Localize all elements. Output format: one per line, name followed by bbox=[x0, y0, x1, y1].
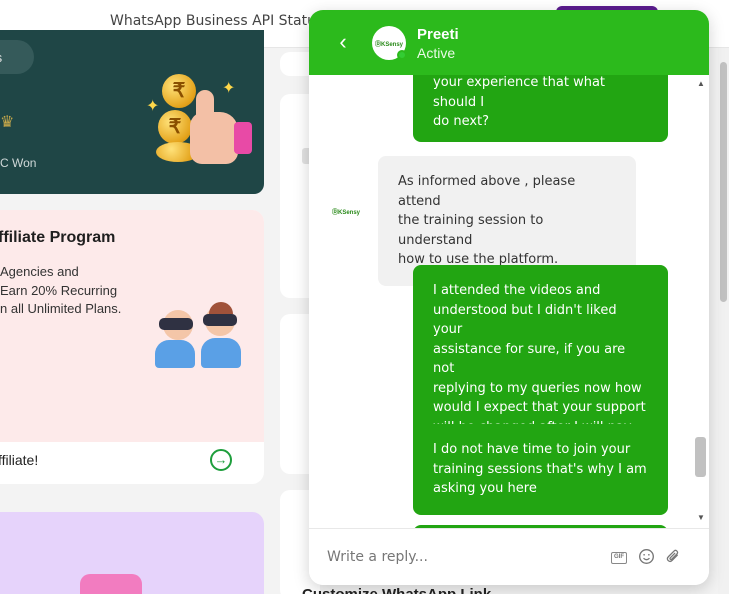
sparkle-icon: ✦ bbox=[222, 80, 236, 97]
promo-illustration bbox=[80, 574, 142, 594]
agent-name: Preeti bbox=[417, 26, 459, 43]
page-scrollbar-thumb[interactable] bbox=[720, 62, 727, 302]
sparkle-icon: ✦ bbox=[146, 98, 160, 115]
coin-icon: ₹ bbox=[162, 74, 196, 108]
message-line: understood but I didn't liked your bbox=[433, 302, 617, 338]
won-label: C Won bbox=[0, 156, 37, 170]
company-logo: ⒹKSensy bbox=[375, 42, 404, 48]
coin-icon: ₹ bbox=[158, 110, 192, 144]
emoji-icon[interactable] bbox=[638, 548, 655, 565]
agent-status: Active bbox=[417, 45, 456, 61]
vr-people-illustration bbox=[155, 302, 245, 372]
message-list: your experience that what should I do ne… bbox=[309, 75, 709, 528]
message-line: asking you here bbox=[433, 481, 537, 496]
message-line: your experience that what should I bbox=[433, 75, 606, 110]
promo-card bbox=[0, 512, 264, 594]
reply-input[interactable] bbox=[327, 541, 597, 573]
message-line: training sessions that's why I am bbox=[433, 461, 647, 477]
message-line: assistance for sure, if you are not bbox=[433, 341, 626, 377]
chat-window: ‹ ⒹKSensy Preeti Active your experience … bbox=[309, 10, 709, 585]
message-scrollbar-thumb[interactable] bbox=[695, 437, 706, 477]
message-line: I do not have time to join your bbox=[433, 442, 631, 457]
agent-avatar-small: ⒹKSensy bbox=[332, 210, 361, 216]
online-status-dot bbox=[397, 50, 407, 60]
message-line: do next? bbox=[433, 114, 490, 129]
agent-avatar: ⒹKSensy bbox=[372, 26, 407, 60]
back-arrow-icon[interactable]: ‹ bbox=[331, 30, 355, 54]
message-line: replying to my queries now how bbox=[433, 380, 642, 396]
page-scrollbar[interactable] bbox=[718, 48, 729, 594]
message-scrollbar[interactable]: ▲ ▼ bbox=[692, 75, 709, 528]
affiliate-text-line: n all Unlimited Plans. bbox=[0, 301, 122, 316]
chat-header: ‹ ⒹKSensy Preeti Active bbox=[309, 10, 709, 75]
achievement-card: ts ♛ C Won ₹ ₹ ✦ ✦ bbox=[0, 30, 264, 194]
api-status-link[interactable]: WhatsApp Business API Status bbox=[110, 13, 323, 29]
gif-icon[interactable]: GIF bbox=[611, 552, 627, 564]
outgoing-message: I do not have time to join your training… bbox=[413, 424, 668, 515]
arrow-right-icon[interactable]: → bbox=[210, 449, 232, 471]
scroll-up-icon[interactable]: ▲ bbox=[697, 79, 705, 88]
affiliate-card: ffiliate Program Agencies and Earn 20% R… bbox=[0, 210, 264, 484]
paperclip-icon[interactable] bbox=[665, 548, 682, 565]
affiliate-title: ffiliate Program bbox=[0, 229, 116, 246]
message-line: would I expect that your support bbox=[433, 400, 646, 415]
crown-icon: ♛ bbox=[0, 114, 15, 131]
outgoing-message: your experience that what should I do ne… bbox=[413, 75, 668, 142]
message-line: I attended the videos and bbox=[433, 283, 601, 298]
affiliate-footer-text: ffiliate! bbox=[0, 452, 39, 468]
customize-link-title: Customize WhatsApp Link bbox=[302, 586, 491, 594]
message-line: the training session to understand bbox=[398, 213, 544, 248]
card-pill: ts bbox=[0, 40, 34, 74]
message-line: As informed above , please attend bbox=[398, 174, 576, 209]
affiliate-text-line: Agencies and bbox=[0, 264, 79, 279]
thumbs-up-icon bbox=[190, 90, 252, 164]
affiliate-text-line: Earn 20% Recurring bbox=[0, 283, 118, 298]
composer: GIF bbox=[309, 528, 709, 585]
scroll-down-icon[interactable]: ▼ bbox=[697, 513, 705, 522]
